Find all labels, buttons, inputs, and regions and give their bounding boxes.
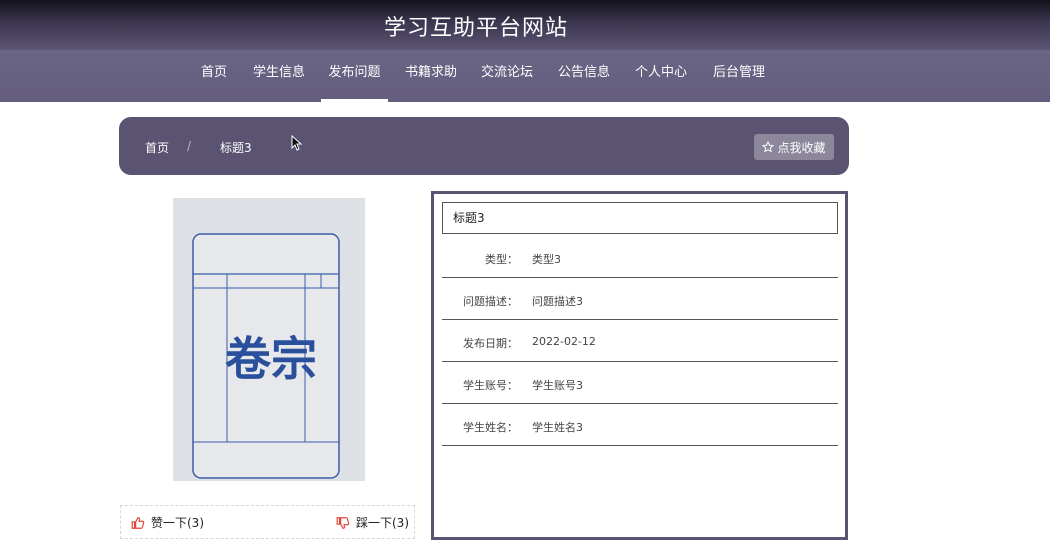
breadcrumb: 首页 / 标题3	[119, 117, 849, 175]
nav-item-admin[interactable]: 后台管理	[708, 50, 770, 102]
detail-label: 发布日期：	[463, 337, 518, 350]
main-nav: 首页 学生信息 发布问题 书籍求助 交流论坛 公告信息 个人中心 后台管理	[0, 50, 1050, 102]
detail-value: 学生账号3	[532, 379, 583, 392]
detail-label: 学生姓名：	[463, 421, 518, 434]
detail-title: 标题3	[442, 202, 838, 234]
like-label: 赞一下(3)	[151, 516, 204, 530]
detail-value: 2022-02-12	[532, 335, 596, 348]
thumbs-up-icon	[131, 516, 145, 529]
thumbs-down-icon	[336, 516, 350, 529]
detail-row-publish-date: 发布日期： 2022-02-12	[442, 320, 838, 362]
folder-cover-illustration: 卷宗	[173, 198, 365, 481]
stamp-text: 卷宗	[225, 332, 317, 386]
vote-bar: 赞一下(3) 踩一下(3)	[120, 505, 415, 539]
question-image[interactable]: 卷宗	[173, 198, 365, 481]
like-button[interactable]: 赞一下(3)	[131, 514, 204, 531]
detail-value: 问题描述3	[532, 295, 583, 308]
nav-item-post-question[interactable]: 发布问题	[321, 50, 388, 102]
detail-row-type: 类型： 类型3	[442, 236, 838, 278]
dislike-label: 踩一下(3)	[356, 516, 409, 530]
dislike-button[interactable]: 踩一下(3)	[336, 514, 409, 531]
detail-label: 学生账号：	[463, 379, 518, 392]
nav-item-students[interactable]: 学生信息	[250, 50, 308, 102]
mouse-cursor-icon	[291, 135, 303, 151]
detail-row-description: 问题描述： 问题描述3	[442, 278, 838, 320]
detail-label: 问题描述：	[463, 295, 518, 308]
detail-row-student-account: 学生账号： 学生账号3	[442, 362, 838, 404]
nav-item-book-help[interactable]: 书籍求助	[400, 50, 462, 102]
nav-item-home[interactable]: 首页	[196, 50, 232, 102]
site-title: 学习互助平台网站	[383, 16, 568, 41]
breadcrumb-home[interactable]: 首页	[145, 139, 169, 156]
favorite-button[interactable]: 点我收藏	[754, 134, 834, 160]
nav-item-forum[interactable]: 交流论坛	[476, 50, 538, 102]
nav-item-announcements[interactable]: 公告信息	[553, 50, 615, 102]
breadcrumb-separator: /	[187, 139, 192, 153]
detail-row-student-name: 学生姓名： 学生姓名3	[442, 404, 838, 446]
nav-item-personal-center[interactable]: 个人中心	[630, 50, 692, 102]
question-detail-card: 标题3 类型： 类型3 问题描述： 问题描述3 发布日期： 2022-02-12…	[431, 191, 848, 540]
detail-value: 类型3	[532, 253, 561, 266]
breadcrumb-current: 标题3	[220, 141, 252, 155]
site-header: 学习互助平台网站	[0, 0, 1050, 50]
favorite-label: 点我收藏	[777, 140, 826, 155]
detail-label: 类型：	[485, 253, 518, 266]
detail-value: 学生姓名3	[532, 421, 583, 434]
star-icon	[762, 141, 775, 153]
